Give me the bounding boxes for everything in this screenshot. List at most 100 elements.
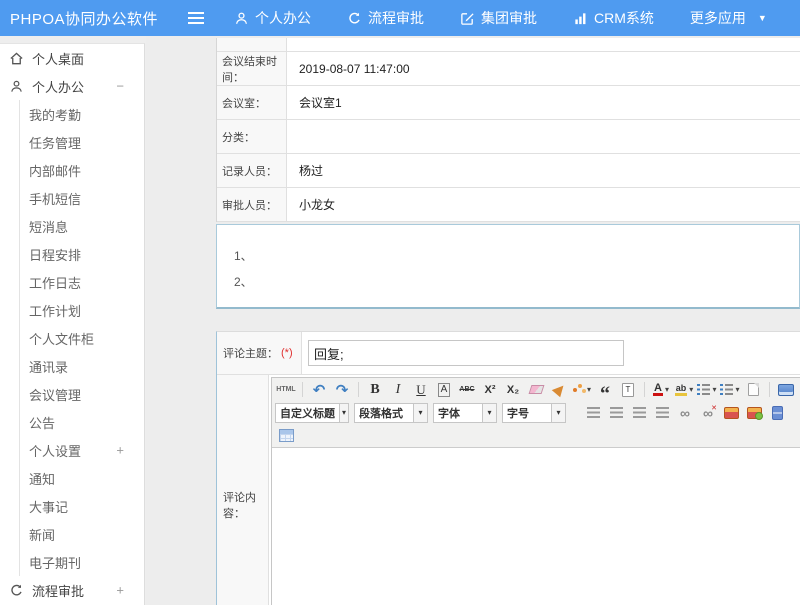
toolbar-separator	[358, 382, 359, 397]
superscript-button[interactable]: X²	[479, 380, 501, 400]
font-color-button[interactable]: A▾	[650, 380, 672, 400]
comment-subject-input[interactable]	[308, 340, 624, 366]
font-style-button[interactable]: A	[433, 380, 455, 400]
insert-media-button[interactable]	[766, 403, 788, 423]
insert-image-button[interactable]	[720, 403, 742, 423]
toolbar-separator	[644, 382, 645, 397]
table-row	[217, 38, 800, 52]
collapse-icon[interactable]: −	[116, 79, 124, 94]
align-right-button[interactable]	[628, 403, 650, 423]
caret-down-icon: ▼	[758, 13, 767, 23]
unlink-icon: ∞	[703, 408, 713, 418]
paste-plain-button[interactable]: T	[617, 380, 639, 400]
sidebar-item-work-plan[interactable]: 工作计划	[20, 296, 144, 324]
table-row: 会议结束时间： 2019-08-07 11:47:00	[217, 52, 800, 86]
quick-format-button[interactable]: ▾	[571, 380, 593, 400]
sidebar-sub-list: 我的考勤 任务管理 内部邮件 手机短信 短消息 日程安排 工作日志 工作计划 个…	[19, 100, 144, 576]
expand-icon[interactable]: +	[116, 443, 124, 458]
sidebar-item-work-log[interactable]: 工作日志	[20, 268, 144, 296]
remove-format-button[interactable]	[525, 380, 547, 400]
expand-icon[interactable]: +	[116, 583, 124, 598]
insert-link-button[interactable]: ∞	[674, 403, 696, 423]
italic-button[interactable]: I	[387, 380, 409, 400]
editor-toolbar-row3	[272, 424, 800, 447]
upload-image-button[interactable]	[743, 403, 765, 423]
sidebar-item-tasks[interactable]: 任务管理	[20, 128, 144, 156]
align-left-button[interactable]	[582, 403, 604, 423]
cycle-icon	[347, 11, 362, 26]
ordered-list-button[interactable]: ▾	[696, 380, 718, 400]
sidebar-item-contacts[interactable]: 通讯录	[20, 352, 144, 380]
sidebar-item-events[interactable]: 大事记	[20, 492, 144, 520]
fullscreen-button[interactable]	[775, 380, 797, 400]
align-center-button[interactable]	[605, 403, 627, 423]
field-label: 审批人员：	[217, 188, 287, 221]
field-label: 会议结束时间：	[217, 52, 287, 85]
justify-icon	[656, 407, 669, 418]
table-row: 评论内容： HTML ↶ ↷ B I	[217, 375, 800, 605]
nav-more-apps[interactable]: 更多应用 ▼	[690, 8, 767, 28]
table-icon	[279, 429, 294, 442]
blockquote-button[interactable]: “	[594, 380, 616, 400]
align-center-icon	[610, 407, 623, 418]
highlight-color-button[interactable]: ab▾	[673, 380, 695, 400]
sidebar-item-short-message[interactable]: 短消息	[20, 212, 144, 240]
bold-button[interactable]: B	[364, 380, 386, 400]
comment-subject-label: 评论主题： (*)	[217, 332, 302, 374]
nav-workflow-approval[interactable]: 流程审批	[347, 8, 424, 28]
comment-content-label: 评论内容：	[217, 375, 269, 605]
brush-icon	[551, 382, 566, 397]
strikethrough-button[interactable]: ABC	[456, 380, 478, 400]
justify-button[interactable]	[651, 403, 673, 423]
sidebar-item-workflow-approval[interactable]: 流程审批 +	[0, 576, 144, 604]
comment-form: 评论主题： (*) 评论内容： HTML	[216, 331, 800, 605]
unordered-list-button[interactable]: ▾	[719, 380, 741, 400]
sidebar-item-mobile-sms[interactable]: 手机短信	[20, 184, 144, 212]
sidebar-item-personal-office[interactable]: 个人办公 −	[0, 72, 144, 100]
sidebar-item-announcements[interactable]: 公告	[20, 408, 144, 436]
paragraph-format-select[interactable]: 段落格式 ▾	[354, 403, 428, 423]
app-window: PHPOA协同办公软件 个人办公 流程审批 集团审批	[0, 0, 800, 605]
sidebar-item-attendance[interactable]: 我的考勤	[20, 100, 144, 128]
sidebar-item-internal-mail[interactable]: 内部邮件	[20, 156, 144, 184]
font-size-select[interactable]: 字号 ▾	[502, 403, 566, 423]
rich-text-editor: HTML ↶ ↷ B I U A ABC X²	[271, 377, 800, 605]
monitor-icon	[778, 384, 794, 396]
field-label: 会议室：	[217, 86, 287, 119]
field-label: 分类：	[217, 120, 287, 153]
sidebar-item-schedule[interactable]: 日程安排	[20, 240, 144, 268]
redo-button[interactable]: ↷	[331, 380, 353, 400]
insert-table-button[interactable]	[275, 426, 297, 446]
source-code-button[interactable]: HTML	[275, 380, 297, 400]
font-family-select[interactable]: 字体 ▾	[433, 403, 497, 423]
table-row: 分类：	[217, 120, 800, 154]
meeting-content-box: 1、 2、	[216, 224, 800, 309]
sidebar-item-personal-files[interactable]: 个人文件柜	[20, 324, 144, 352]
sidebar-item-e-journal[interactable]: 电子期刊	[20, 548, 144, 576]
hamburger-menu-icon[interactable]	[188, 12, 204, 24]
format-brush-button[interactable]	[548, 380, 570, 400]
field-value: 小龙女	[287, 188, 800, 221]
new-page-button[interactable]	[742, 380, 764, 400]
unordered-list-icon	[720, 384, 733, 395]
sidebar-item-meeting-management[interactable]: 会议管理	[20, 380, 144, 408]
undo-button[interactable]: ↶	[308, 380, 330, 400]
heading-select[interactable]: 自定义标题 ▾	[275, 403, 349, 423]
sidebar-item-news[interactable]: 新闻	[20, 520, 144, 548]
sidebar-item-notifications[interactable]: 通知	[20, 464, 144, 492]
underline-button[interactable]: U	[410, 380, 432, 400]
meeting-detail-table: 会议结束时间： 2019-08-07 11:47:00 会议室： 会议室1 分类…	[216, 38, 800, 222]
editor-content-area[interactable]	[272, 447, 800, 605]
user-icon	[9, 79, 24, 94]
nav-group-approval[interactable]: 集团审批	[460, 8, 537, 28]
required-mark: (*)	[281, 347, 293, 359]
toolbar-separator	[769, 382, 770, 397]
sidebar-item-desktop[interactable]: 个人桌面	[0, 44, 144, 72]
nav-crm-system[interactable]: CRM系统	[573, 8, 654, 28]
nav-personal-office[interactable]: 个人办公	[234, 8, 311, 28]
align-left-icon	[587, 407, 600, 418]
subscript-button[interactable]: X₂	[502, 380, 524, 400]
table-row: 记录人员： 杨过	[217, 154, 800, 188]
remove-link-button[interactable]: ∞	[697, 403, 719, 423]
sidebar-item-personal-settings[interactable]: 个人设置 +	[20, 436, 144, 464]
